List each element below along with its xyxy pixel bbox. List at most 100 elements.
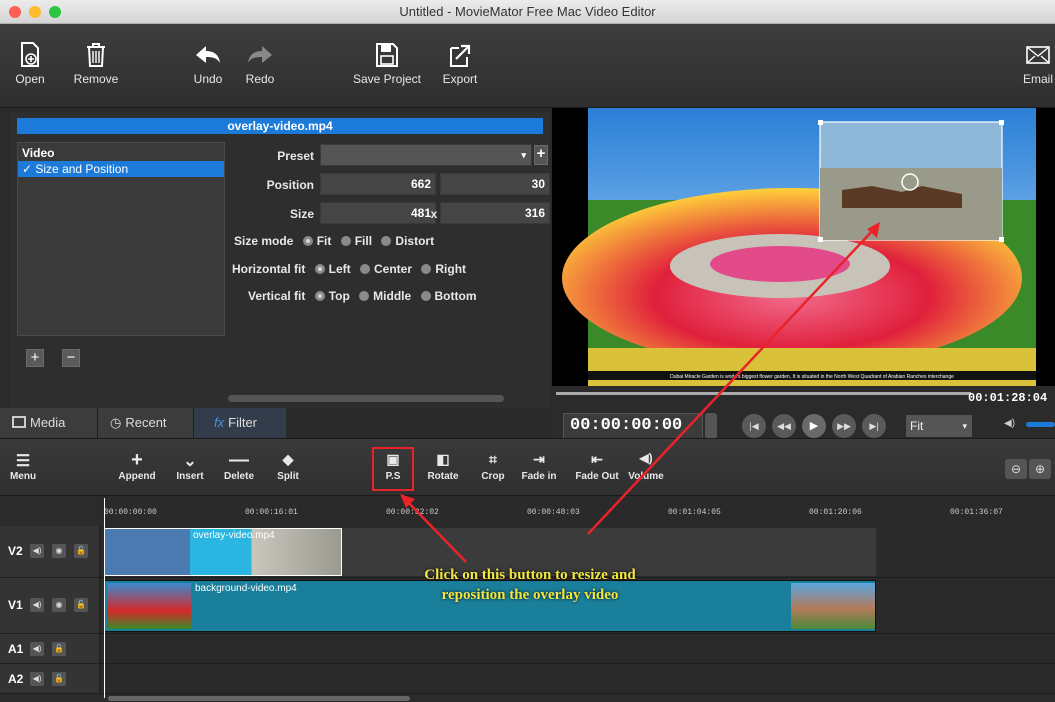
clip-overlay-video[interactable]: overlay-video.mp4 (104, 528, 342, 576)
ruler-tick: 00:00:32:02 (386, 508, 439, 517)
append-button[interactable]: + Append (114, 449, 160, 482)
export-icon (450, 44, 471, 67)
ruler-tick: 00:00:48:03 (527, 508, 580, 517)
tab-media[interactable]: Media (0, 408, 98, 438)
timecode-field[interactable]: 00:00:00:00 (563, 413, 703, 439)
filter-list: Video ✓ Size and Position (17, 142, 225, 336)
video-caption-text: Dubai Miracle Garden is world's biggest … (670, 374, 954, 380)
export-button[interactable]: Export (438, 42, 482, 86)
position-y-input[interactable]: 30 (440, 173, 550, 195)
position-x-input[interactable]: 662 (320, 173, 436, 195)
plus-icon: + (30, 349, 40, 366)
lock-icon[interactable]: 🔓 (52, 672, 66, 686)
size-height-input[interactable]: 316 (440, 202, 550, 224)
filter-properties-panel: overlay-video.mp4 Video ✓ Size and Posit… (10, 112, 550, 408)
filter-list-item-size-position[interactable]: ✓ Size and Position (18, 161, 224, 177)
remove-button[interactable]: Remove (70, 42, 122, 86)
lock-icon[interactable]: 🔓 (74, 598, 88, 612)
undo-button[interactable]: Undo (188, 42, 228, 86)
zoom-out-button[interactable]: ⊖ (1005, 459, 1027, 479)
track-header-a2: A2 ◀) 🔓 (0, 664, 100, 693)
crop-button[interactable]: ⌗ Crop (476, 451, 510, 482)
timecode-stepper[interactable] (705, 413, 717, 439)
volume-icon[interactable]: ◀) (1004, 418, 1015, 429)
email-button[interactable]: Email (1018, 42, 1055, 86)
volume-slider[interactable] (1026, 422, 1055, 427)
redo-button[interactable]: Redo (240, 42, 280, 86)
vfit-middle-radio[interactable] (359, 291, 370, 301)
resize-frame-icon: ▣ (386, 451, 400, 467)
window-title: Untitled - MovieMator Free Mac Video Edi… (399, 4, 656, 19)
add-filter-button[interactable]: + (26, 349, 44, 367)
lock-icon[interactable]: 🔓 (74, 544, 88, 558)
playhead-track[interactable] (556, 392, 971, 395)
size-width-input[interactable]: 481 (320, 202, 436, 224)
volume-button[interactable]: ◀) Volume (626, 451, 666, 482)
preset-select[interactable]: ▾ (320, 144, 532, 166)
hfit-right-radio[interactable] (421, 264, 432, 274)
horizontal-fit-row: Horizontal fit Left Center Right (232, 262, 467, 276)
main-toolbar: Open Remove Undo Redo Save Project Expor… (0, 24, 1055, 108)
vfit-top-radio[interactable] (314, 291, 325, 301)
filter-list-header: Video (22, 146, 55, 160)
zoom-select[interactable]: Fit ▾ (906, 415, 972, 437)
fade-in-button[interactable]: ⇥ Fade in (514, 451, 564, 482)
position-label: Position (266, 178, 314, 192)
lock-icon[interactable]: 🔓 (52, 642, 66, 656)
timeline-scrollbar[interactable] (108, 696, 410, 701)
preset-label: Preset (277, 149, 314, 163)
chevron-down-icon: ⌄ (183, 453, 197, 470)
insert-button[interactable]: ⌄ Insert (170, 451, 210, 482)
mute-icon[interactable]: ◀) (30, 544, 44, 558)
size-mode-row: Size mode Fit Fill Distort (234, 234, 435, 248)
mute-icon[interactable]: ◀) (30, 642, 44, 656)
crop-icon: ⌗ (489, 451, 497, 467)
clock-icon: ◷ (110, 415, 122, 430)
tutorial-annotation: Click on this button to resize and repos… (375, 565, 685, 605)
timeline-ruler[interactable]: 00:00:00:00 00:00:16:01 00:00:32:02 00:0… (100, 496, 1055, 526)
hfit-left-radio[interactable] (314, 264, 325, 274)
ruler-tick: 00:00:00:00 (104, 508, 157, 517)
rewind-icon[interactable]: ◀◀ (772, 414, 796, 438)
size-mode-distort-radio[interactable] (381, 236, 392, 246)
timeline-playhead[interactable] (104, 498, 105, 698)
vfit-bottom-radio[interactable] (420, 291, 431, 301)
dropdown-arrow-icon: ▾ (521, 150, 526, 160)
skip-start-icon[interactable]: |◀ (742, 414, 766, 438)
eye-icon[interactable]: ◉ (52, 544, 66, 558)
undo-arrow-icon (196, 46, 220, 63)
size-separator: x (430, 207, 438, 221)
tab-recent[interactable]: ◷ Recent (98, 408, 194, 438)
open-file-icon (21, 42, 39, 67)
size-mode-fit-radio[interactable] (302, 236, 313, 246)
video-preview[interactable]: Dubai Miracle Garden is world's biggest … (552, 108, 1055, 395)
play-icon[interactable]: ▶ (802, 414, 826, 438)
add-preset-button[interactable]: + (534, 145, 548, 165)
save-project-button[interactable]: Save Project (345, 42, 429, 86)
mute-icon[interactable]: ◀) (30, 598, 44, 612)
position-size-button[interactable]: ▣ P.S (372, 447, 414, 491)
split-button[interactable]: ◆ Split (270, 451, 306, 482)
zoom-in-button[interactable]: ⊕ (1029, 459, 1051, 479)
size-mode-fill-radio[interactable] (340, 236, 351, 246)
open-button[interactable]: Open (10, 42, 50, 86)
plus-icon: + (131, 449, 143, 471)
fast-forward-icon[interactable]: ▶▶ (832, 414, 856, 438)
hfit-center-radio[interactable] (360, 264, 371, 274)
minimize-window-button[interactable] (29, 6, 41, 18)
delete-button[interactable]: — Delete (219, 450, 259, 482)
panel-tabs: Media ◷ Recent fx Filter (0, 408, 550, 438)
menu-button[interactable]: ☰ Menu (8, 451, 38, 482)
skip-end-icon[interactable]: ▶| (862, 414, 886, 438)
fade-out-button[interactable]: ⇤ Fade Out (571, 451, 623, 482)
remove-filter-button[interactable]: − (62, 349, 80, 367)
close-window-button[interactable] (9, 6, 21, 18)
mute-icon[interactable]: ◀) (30, 672, 44, 686)
rotate-button[interactable]: ◧ Rotate (424, 451, 462, 482)
timeline-toolbar: ☰ Menu + Append ⌄ Insert — Delete ◆ Split ▣ P.… (0, 438, 1055, 496)
tab-filter[interactable]: fx Filter (194, 408, 286, 438)
eye-icon[interactable]: ◉ (52, 598, 66, 612)
zoom-window-button[interactable] (49, 6, 61, 18)
split-blade-icon: ◆ (282, 451, 294, 467)
panel-scrollbar[interactable] (228, 395, 504, 402)
